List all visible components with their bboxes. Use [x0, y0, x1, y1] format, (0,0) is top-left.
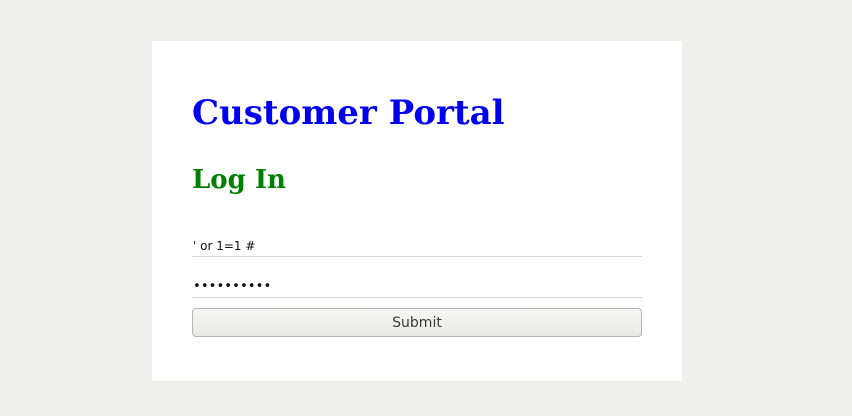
page-title: Customer Portal — [192, 93, 505, 133]
login-card: Customer Portal Log In Submit — [152, 41, 682, 381]
password-input[interactable] — [192, 276, 642, 298]
username-input[interactable] — [192, 235, 642, 257]
login-heading: Log In — [192, 165, 286, 195]
submit-button[interactable]: Submit — [192, 308, 642, 337]
